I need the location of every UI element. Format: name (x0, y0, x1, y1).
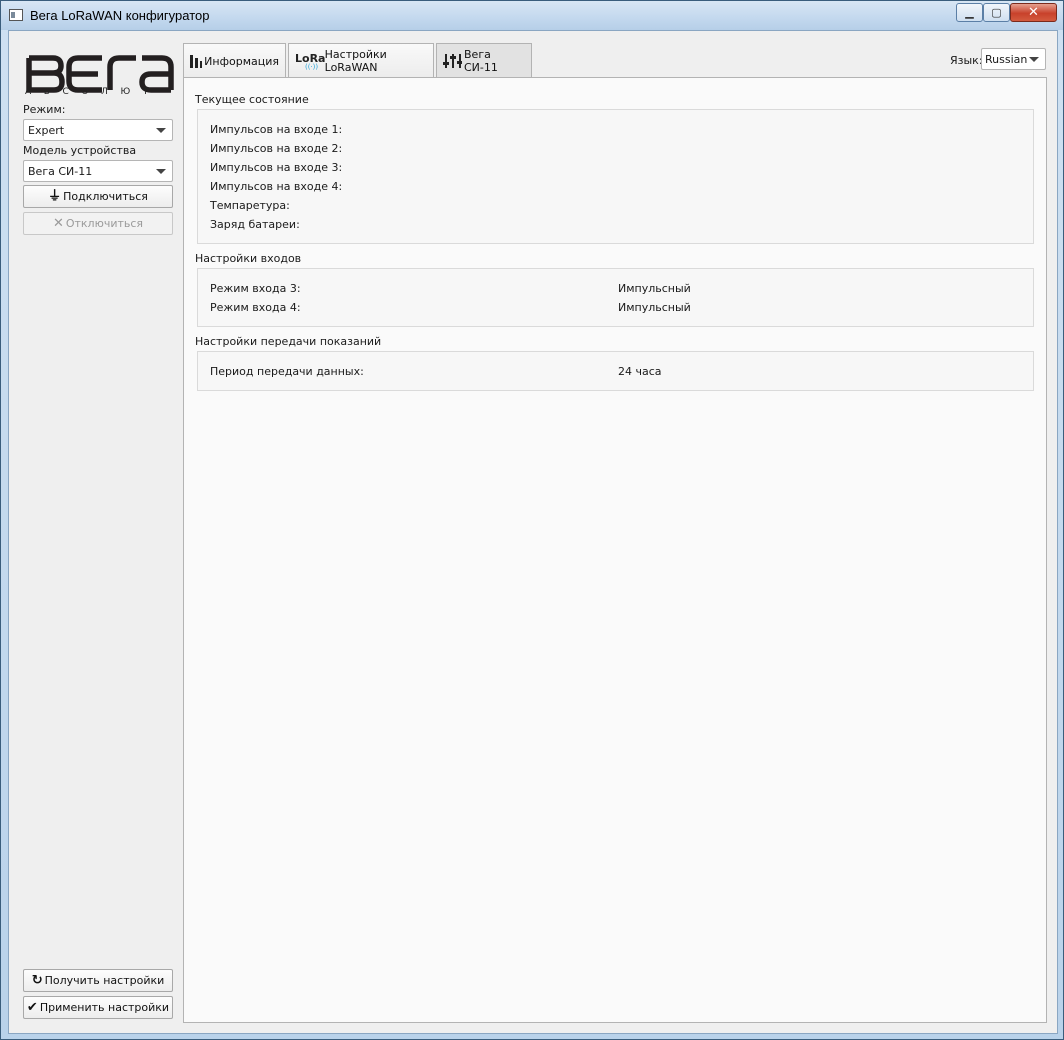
language-select-value: Russian (985, 52, 1028, 66)
minimize-button[interactable]: ▁ (956, 3, 983, 22)
maximize-button[interactable]: ▢ (983, 3, 1010, 22)
chevron-down-icon (156, 169, 166, 174)
group-inputs: Режим входа 3: Импульсный Режим входа 4:… (197, 268, 1034, 327)
close-icon: ✕ (52, 216, 64, 231)
row-label: Заряд батареи: (210, 218, 300, 231)
disconnect-button-label: Отключиться (65, 217, 144, 230)
row-label: Период передачи данных: (210, 365, 364, 378)
model-select[interactable]: Вега СИ-11 (23, 160, 173, 182)
app-window: Вега LoRaWAN конфигуратор ▁ ▢ ✕ АБСОЛЮТ (0, 0, 1064, 1040)
get-settings-label: Получить настройки (44, 974, 165, 987)
group-current-state: Импульсов на входе 1: Импульсов на входе… (197, 109, 1034, 244)
plug-icon: ⏚ (48, 189, 62, 204)
checkmark-icon: ✔ (26, 1000, 38, 1015)
refresh-icon: ↻ (31, 973, 43, 988)
tab-lorawan-settings[interactable]: LoRa ((·)) Настройки LoRaWAN (288, 43, 434, 78)
section-title-transmission: Настройки передачи показаний (195, 335, 382, 348)
title-bar[interactable]: Вега LoRaWAN конфигуратор ▁ ▢ ✕ (1, 1, 1063, 30)
mode-label: Режим: (23, 103, 66, 116)
tab-content-panel: Текущее состояние Импульсов на входе 1: … (183, 77, 1047, 1023)
apply-settings-button[interactable]: ✔ Применить настройки (23, 996, 173, 1019)
logo-subtitle: АБСОЛЮТ (25, 87, 161, 97)
connect-button-label: Подключиться (63, 190, 148, 203)
row-label: Темпаретура: (210, 199, 290, 212)
row-label: Режим входа 4: (210, 301, 301, 314)
apply-settings-label: Применить настройки (39, 1001, 170, 1014)
mode-select[interactable]: Expert (23, 119, 173, 141)
group-transmission: Период передачи данных: 24 часа (197, 351, 1034, 391)
connect-button[interactable]: ⏚ Подключиться (23, 185, 173, 208)
chevron-down-icon (156, 128, 166, 133)
tab-vega-si11[interactable]: Вега СИ-11 (436, 43, 532, 78)
client-area: АБСОЛЮТ Режим: Expert Модель устройства … (8, 30, 1058, 1034)
mode-select-value: Expert (28, 123, 65, 137)
app-icon (9, 9, 23, 21)
row-label: Импульсов на входе 1: (210, 123, 343, 136)
section-title-current-state: Текущее состояние (195, 93, 309, 106)
close-icon: ✕ (1028, 5, 1039, 20)
sliders-icon (443, 54, 462, 68)
tab-vega-label: Вега СИ-11 (464, 48, 498, 74)
row-label: Режим входа 3: (210, 282, 301, 295)
language-select[interactable]: Russian (981, 48, 1046, 70)
window-title: Вега LoRaWAN конфигуратор (30, 8, 210, 23)
section-title-inputs: Настройки входов (195, 252, 302, 265)
lora-icon: LoRa ((·)) (295, 52, 326, 71)
chevron-down-icon (1029, 57, 1039, 62)
tab-information[interactable]: Информация (183, 43, 286, 78)
language-label: Язык: (950, 54, 983, 67)
model-label: Модель устройства (23, 144, 137, 157)
minimize-icon: ▁ (965, 6, 974, 19)
disconnect-button[interactable]: ✕ Отключиться (23, 212, 173, 235)
row-value: 24 часа (618, 365, 662, 378)
row-label: Импульсов на входе 4: (210, 180, 343, 193)
close-button[interactable]: ✕ (1010, 3, 1057, 22)
tab-information-label: Информация (204, 54, 279, 68)
row-label: Импульсов на входе 2: (210, 142, 343, 155)
bar-chart-icon (190, 55, 203, 68)
tab-lorawan-label: Настройки LoRaWAN (324, 48, 387, 74)
get-settings-button[interactable]: ↻ Получить настройки (23, 969, 173, 992)
model-select-value: Вега СИ-11 (28, 164, 93, 178)
row-label: Импульсов на входе 3: (210, 161, 343, 174)
row-value: Импульсный (618, 301, 691, 314)
maximize-icon: ▢ (991, 6, 1002, 19)
row-value: Импульсный (618, 282, 691, 295)
